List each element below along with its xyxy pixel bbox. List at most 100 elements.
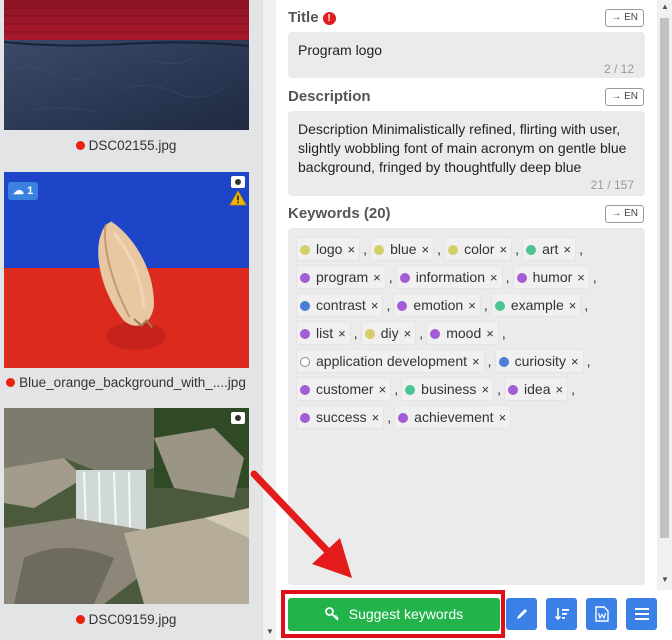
scroll-down-arrow-icon[interactable]: ▼: [661, 575, 669, 584]
cloud-icon: ☁: [13, 185, 24, 197]
keyword-chip[interactable]: curiosity ×: [494, 349, 584, 373]
keyword-text: list: [316, 325, 334, 341]
sort-button[interactable]: [546, 598, 577, 630]
key-icon: [324, 606, 343, 622]
remove-keyword-icon[interactable]: ×: [338, 326, 346, 341]
keyword-color-dot: [397, 301, 408, 311]
translate-label: → EN: [611, 12, 638, 23]
keyword-chip[interactable]: blue ×: [370, 237, 435, 261]
keyword-color-dot: [300, 273, 310, 283]
remove-keyword-icon[interactable]: ×: [571, 354, 579, 369]
keywords-translate-button[interactable]: → EN: [605, 205, 644, 223]
remove-keyword-icon[interactable]: ×: [556, 382, 564, 397]
keyword-chip[interactable]: mood ×: [426, 321, 499, 345]
filename-label: Blue_orange_background_with_....jpg: [19, 375, 246, 390]
remove-keyword-icon[interactable]: ×: [563, 242, 571, 257]
remove-keyword-icon[interactable]: ×: [481, 382, 489, 397]
keyword-text: customer: [316, 381, 374, 397]
edit-button[interactable]: [506, 598, 537, 630]
required-icon: !: [322, 12, 336, 25]
keyword-text: diy: [380, 325, 399, 341]
keyword-separator: ,: [584, 297, 589, 313]
keyword-separator: ,: [487, 353, 492, 369]
keyword-text: humor: [532, 269, 573, 285]
keyword-separator: ,: [363, 241, 367, 257]
keyword-chip[interactable]: list ×: [296, 321, 351, 345]
keyword-separator: ,: [483, 297, 488, 313]
keyword-chip[interactable]: business ×: [401, 377, 495, 401]
panel-scrollbar[interactable]: ▲ ▼: [657, 0, 672, 590]
remove-keyword-icon[interactable]: ×: [372, 410, 380, 425]
camera-icon: [231, 412, 245, 424]
remove-keyword-icon[interactable]: ×: [490, 270, 498, 285]
menu-button[interactable]: [626, 598, 657, 630]
keyword-color-dot: [398, 413, 409, 423]
title-field[interactable]: Program logo 2 / 12: [288, 32, 645, 78]
scroll-up-arrow-icon[interactable]: ▲: [661, 2, 669, 11]
keyword-color-dot: [399, 273, 410, 283]
remove-keyword-icon[interactable]: ×: [373, 270, 381, 285]
thumbnail-caption: Blue_orange_background_with_....jpg: [0, 375, 252, 390]
remove-keyword-icon[interactable]: ×: [347, 242, 355, 257]
title-translate-button[interactable]: → EN: [605, 9, 644, 27]
remove-keyword-icon[interactable]: ×: [472, 354, 480, 369]
description-field[interactable]: Description Minimalistically refined, fl…: [288, 111, 645, 196]
keyword-chip[interactable]: humor ×: [512, 265, 590, 289]
remove-keyword-icon[interactable]: ×: [371, 298, 379, 313]
keyword-chip[interactable]: achievement ×: [394, 405, 512, 429]
keyword-color-dot: [300, 385, 310, 395]
hamburger-icon: [634, 608, 649, 620]
remove-keyword-icon[interactable]: ×: [569, 298, 577, 313]
keyword-chip[interactable]: success ×: [296, 405, 385, 429]
gallery-scrollbar[interactable]: ▼: [262, 0, 276, 640]
keyword-chip[interactable]: contrast ×: [296, 293, 384, 317]
keyword-chip[interactable]: example ×: [490, 293, 582, 317]
keyword-chip[interactable]: diy ×: [360, 321, 417, 345]
status-dot: [6, 378, 16, 387]
thumbnail-dsc09159[interactable]: [4, 408, 249, 604]
description-translate-button[interactable]: → EN: [605, 88, 644, 106]
keyword-chip[interactable]: information ×: [395, 265, 503, 289]
image-gallery[interactable]: DSC02155.jpg ☁ 1 Blue_orange_background_…: [0, 0, 262, 640]
word-export-button[interactable]: [586, 598, 617, 630]
remove-keyword-icon[interactable]: ×: [486, 326, 494, 341]
scrollbar-thumb[interactable]: [660, 18, 669, 538]
keyword-separator: ,: [394, 381, 399, 397]
filename-label: DSC02155.jpg: [88, 138, 177, 153]
cloud-upload-badge: ☁ 1: [8, 182, 39, 200]
keyword-separator: ,: [386, 297, 391, 313]
keyword-color-dot: [300, 413, 310, 423]
keyword-chip[interactable]: emotion ×: [393, 293, 481, 317]
remove-keyword-icon[interactable]: ×: [422, 242, 430, 257]
keyword-text: emotion: [413, 297, 464, 313]
remove-keyword-icon[interactable]: ×: [499, 410, 507, 425]
keyword-chip[interactable]: program ×: [296, 265, 386, 289]
keyword-chip[interactable]: color ×: [444, 237, 513, 261]
description-counter: 21 / 157: [590, 178, 634, 192]
suggest-keywords-button[interactable]: Suggest keywords: [288, 598, 500, 631]
keyword-chip[interactable]: customer ×: [296, 377, 392, 401]
remove-keyword-icon[interactable]: ×: [404, 326, 412, 341]
keyword-text: application development: [316, 353, 467, 369]
keywords-label: Keywords (20): [288, 205, 391, 222]
document-icon: [594, 606, 609, 622]
remove-keyword-icon[interactable]: ×: [499, 242, 507, 257]
keyword-row: application development ×, curiosity ×,: [296, 349, 616, 377]
remove-keyword-icon[interactable]: ×: [577, 270, 585, 285]
keyword-separator: ,: [387, 409, 392, 425]
cloud-count: 1: [27, 185, 34, 197]
thumbnail-blue-orange[interactable]: ☁ 1: [4, 172, 249, 368]
keyword-chip[interactable]: idea ×: [504, 377, 569, 401]
keyword-chip[interactable]: application development ×: [296, 349, 485, 373]
scroll-down-arrow-icon[interactable]: ▼: [266, 627, 274, 636]
thumbnail-dsc02155[interactable]: [4, 0, 249, 130]
keyword-color-dot: [430, 329, 441, 339]
translate-label: → EN: [611, 91, 638, 102]
remove-keyword-icon[interactable]: ×: [379, 382, 387, 397]
keyword-chip[interactable]: logo ×: [296, 237, 361, 261]
keyword-chip[interactable]: art ×: [522, 237, 577, 261]
keyword-row: contrast ×, emotion ×, example ×,: [296, 293, 616, 321]
keyword-color-dot: [364, 329, 375, 339]
remove-keyword-icon[interactable]: ×: [468, 298, 476, 313]
keyword-color-dot: [516, 273, 527, 283]
